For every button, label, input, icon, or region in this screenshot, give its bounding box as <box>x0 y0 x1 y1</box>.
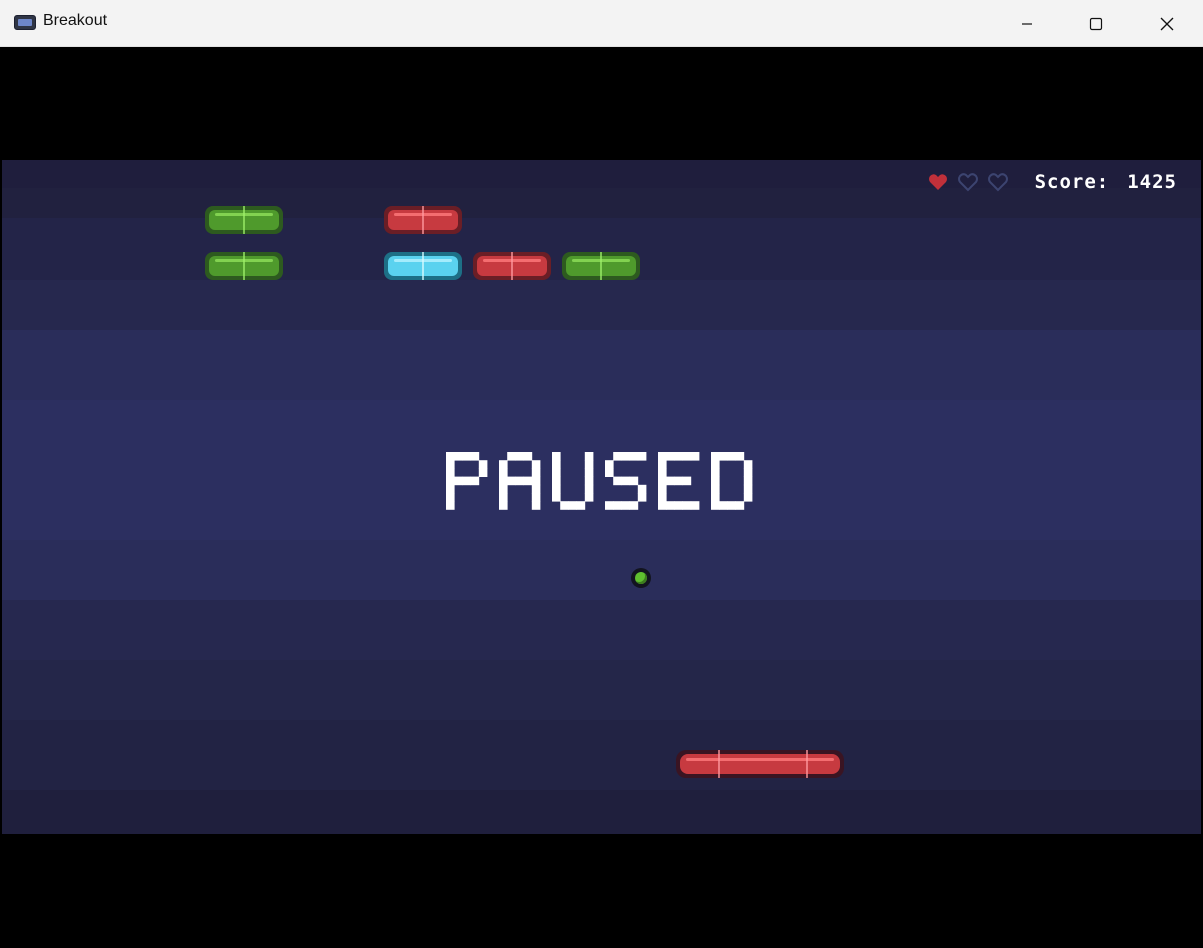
heart-full-icon <box>928 174 947 190</box>
paused-letter <box>551 452 593 510</box>
brick-green <box>558 249 644 285</box>
lives-display <box>927 172 1009 192</box>
hud: Score: 1425 <box>927 170 1177 194</box>
maximize-button[interactable] <box>1062 0 1130 47</box>
paused-letter <box>498 452 540 510</box>
minimize-button[interactable] <box>993 0 1061 47</box>
paused-text <box>445 452 752 510</box>
minimize-icon <box>1022 22 1032 25</box>
brick-seam <box>511 252 513 280</box>
maximize-icon <box>1089 17 1103 30</box>
score-label: Score: <box>1034 171 1110 193</box>
brick-seam <box>422 206 424 234</box>
brick-green <box>201 203 287 239</box>
paused-letter <box>604 452 646 510</box>
close-icon <box>1160 17 1174 30</box>
heart-empty-icon <box>957 173 978 192</box>
game-window: Breakout Score: 1425 <box>0 0 1203 948</box>
paused-letter <box>710 452 752 510</box>
paddle-body <box>680 754 840 774</box>
game-canvas[interactable]: Score: 1425 <box>2 160 1201 834</box>
paddle[interactable] <box>676 750 844 778</box>
window-title: Breakout <box>43 12 108 29</box>
brick-red <box>469 249 555 285</box>
breakout-app-icon <box>14 15 36 30</box>
brick-red <box>380 203 466 239</box>
brick-green <box>201 249 287 285</box>
brick-seam <box>600 252 602 280</box>
score-value: 1425 <box>1127 171 1177 193</box>
brick-seam <box>243 252 245 280</box>
brick-cyan <box>380 249 466 285</box>
paused-letter <box>657 452 699 510</box>
ball <box>631 568 651 588</box>
paused-overlay <box>2 450 1201 512</box>
paused-letter <box>445 452 487 510</box>
brick-seam <box>243 206 245 234</box>
heart-empty-icon <box>987 173 1008 192</box>
paddle-shine <box>686 758 834 761</box>
title-bar[interactable]: Breakout <box>0 0 1203 47</box>
paddle-seam <box>718 750 720 778</box>
brick-seam <box>422 252 424 280</box>
close-button[interactable] <box>1133 0 1201 47</box>
paddle-seam <box>806 750 808 778</box>
